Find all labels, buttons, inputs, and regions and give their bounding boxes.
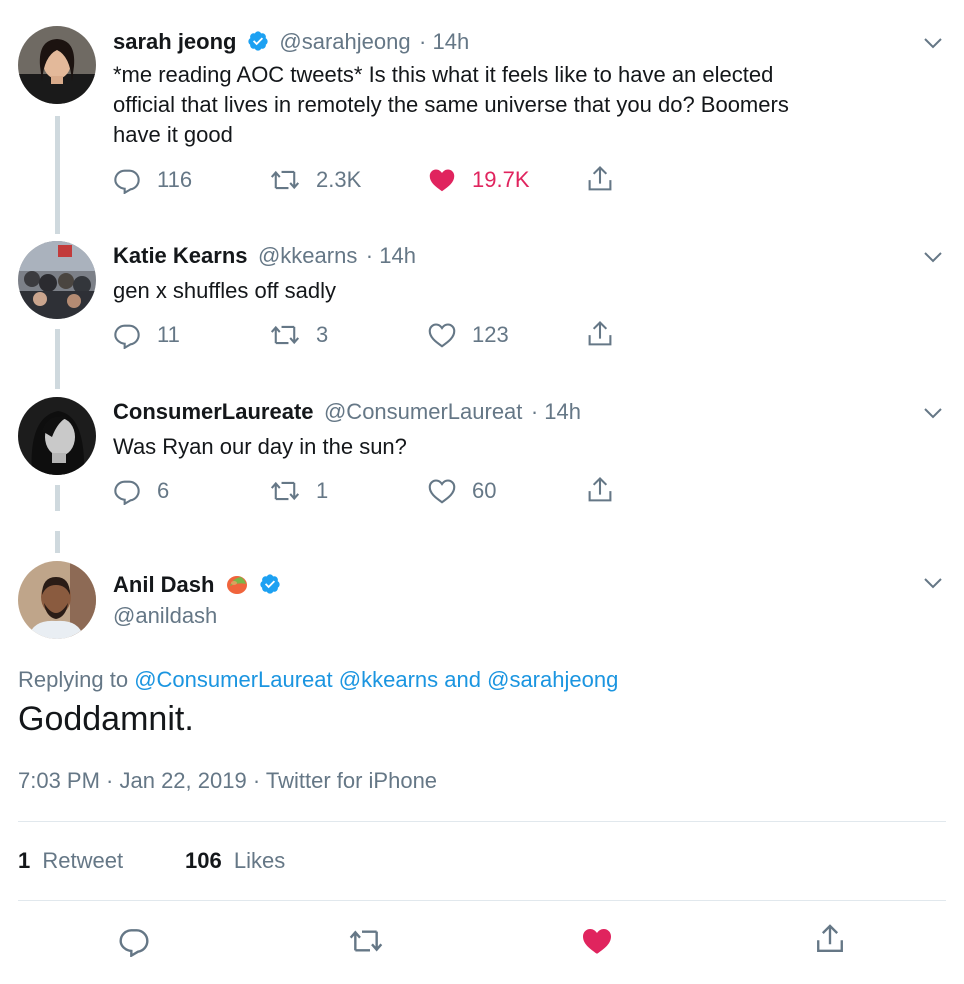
reply-icon: [114, 324, 140, 349]
reply-count: 11: [157, 322, 180, 347]
avatar[interactable]: [18, 26, 96, 104]
reply-count: 6: [157, 478, 170, 503]
like-button[interactable]: [581, 925, 613, 962]
reply-count: 116: [157, 167, 193, 192]
retweet-icon: [349, 930, 383, 952]
share-button[interactable]: [586, 475, 630, 505]
tweet-time[interactable]: · 14h: [366, 243, 416, 268]
share-icon: [817, 924, 843, 952]
reply-icon: [114, 169, 140, 194]
author-handle[interactable]: @ConsumerLaureat: [324, 399, 522, 424]
likes-stat[interactable]: 106 Likes: [185, 848, 285, 874]
share-icon: [588, 320, 612, 346]
mention-and[interactable]: and: [444, 667, 481, 692]
tweet-time[interactable]: · 14h: [419, 29, 469, 54]
retweet-icon: [270, 170, 300, 190]
tweet-text: *me reading AOC tweets* Is this what it …: [113, 60, 789, 150]
mention-link[interactable]: @ConsumerLaureat: [134, 667, 332, 692]
share-button[interactable]: [586, 319, 630, 349]
retweet-count: 3: [316, 322, 329, 347]
author-name[interactable]: sarah jeong: [113, 29, 236, 54]
like-count: 19.7K: [472, 167, 530, 192]
author-name[interactable]: Katie Kearns: [113, 243, 248, 268]
like-icon: [429, 169, 455, 192]
likes-stat-count: 106: [185, 848, 222, 873]
reply-icon: [119, 929, 149, 958]
retweet-stat[interactable]: 1 Retweet: [18, 848, 123, 874]
mango-emoji-icon: [225, 572, 249, 601]
retweet-button[interactable]: [348, 925, 384, 962]
author-name[interactable]: Anil Dash: [113, 572, 214, 597]
reply-button[interactable]: [118, 925, 150, 962]
like-count: 123: [472, 322, 509, 347]
tweet-text: gen x shuffles off sadly: [113, 278, 336, 303]
reply-button[interactable]: 6: [113, 477, 169, 505]
reply-icon: [114, 480, 140, 505]
retweet-button[interactable]: 1: [270, 477, 328, 505]
chevron-down-icon[interactable]: [922, 572, 944, 594]
retweet-count: 2.3K: [316, 167, 362, 192]
likes-stat-label: Likes: [233, 848, 286, 873]
reply-button[interactable]: 11: [113, 321, 180, 349]
share-button[interactable]: [814, 922, 846, 961]
author-name[interactable]: ConsumerLaureate: [113, 399, 314, 424]
mention-link[interactable]: @sarahjeong: [487, 667, 618, 692]
replying-to: Replying to @ConsumerLaureat @kkearns an…: [18, 667, 618, 693]
avatar[interactable]: [18, 561, 96, 639]
retweet-stat-label: Retweet: [42, 848, 124, 873]
thread-line: [55, 531, 60, 553]
retweet-button[interactable]: 3: [270, 321, 328, 349]
divider: [18, 821, 946, 822]
thread-line: [55, 485, 60, 511]
divider: [18, 900, 946, 901]
like-button[interactable]: 123: [428, 321, 509, 349]
like-button[interactable]: 60: [428, 477, 496, 505]
like-icon: [428, 323, 456, 348]
thread-line: [55, 116, 60, 234]
tweet-text-line: official that lives in remotely the same…: [113, 92, 789, 117]
chevron-down-icon[interactable]: [922, 32, 944, 54]
thread-line: [55, 329, 60, 389]
tweet-timestamp[interactable]: 7:03 PM · Jan 22, 2019 · Twitter for iPh…: [18, 768, 437, 794]
verified-badge-icon: [247, 30, 269, 57]
like-count: 60: [472, 478, 497, 503]
author-handle[interactable]: @sarahjeong: [279, 29, 410, 54]
like-icon: [583, 929, 611, 954]
retweet-button[interactable]: 2.3K: [270, 166, 361, 194]
author-handle[interactable]: @anildash: [113, 603, 217, 629]
chevron-down-icon[interactable]: [922, 402, 944, 424]
tweet-text: Was Ryan our day in the sun?: [113, 434, 407, 459]
reply-button[interactable]: 116: [113, 166, 192, 194]
tweet-time[interactable]: · 14h: [531, 399, 581, 424]
share-icon: [588, 165, 612, 191]
chevron-down-icon[interactable]: [922, 246, 944, 268]
tweet-text-line: have it good: [113, 122, 233, 147]
retweet-count: 1: [316, 478, 329, 503]
retweet-icon: [270, 325, 300, 345]
author-handle[interactable]: @kkearns: [258, 243, 357, 268]
replying-to-label: Replying to: [18, 667, 129, 692]
like-icon: [428, 479, 456, 504]
main-tweet-text: Goddamnit.: [18, 700, 194, 738]
tweet-text-line: *me reading AOC tweets* Is this what it …: [113, 62, 774, 87]
verified-badge-icon: [259, 573, 281, 600]
share-icon: [588, 476, 612, 502]
retweet-icon: [270, 481, 300, 501]
avatar[interactable]: [18, 241, 96, 319]
like-button[interactable]: 19.7K: [428, 166, 530, 194]
avatar[interactable]: [18, 397, 96, 475]
retweet-stat-count: 1: [18, 848, 31, 873]
mention-link[interactable]: @kkearns: [339, 667, 438, 692]
share-button[interactable]: [586, 164, 630, 194]
